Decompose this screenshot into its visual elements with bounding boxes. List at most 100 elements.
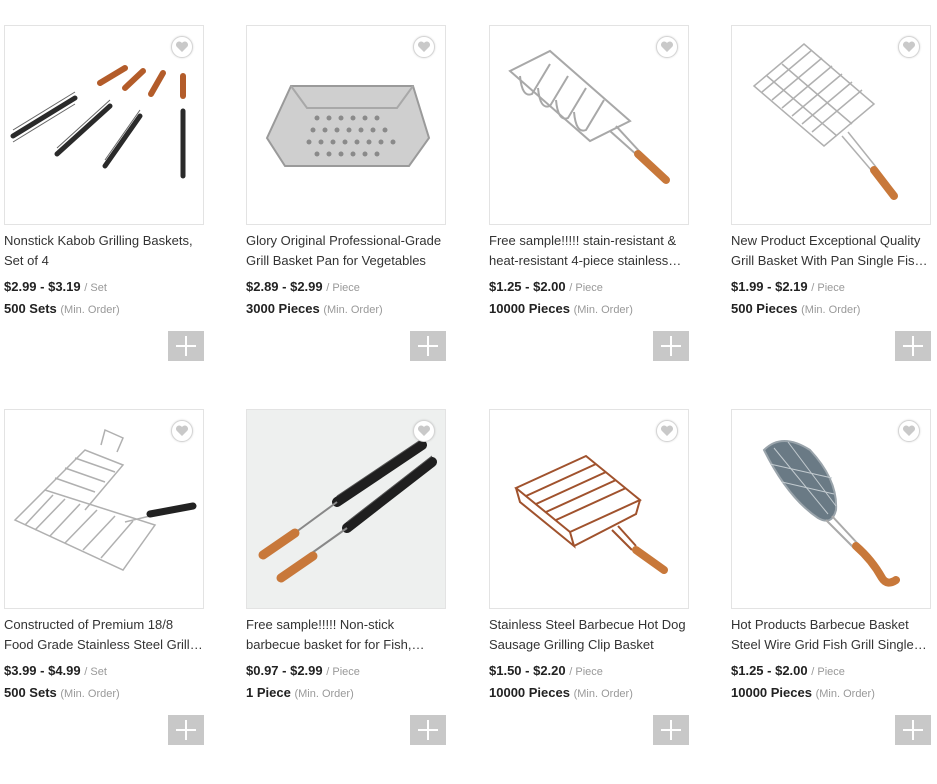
price-unit: / Piece: [569, 666, 603, 678]
min-order-quantity: 500 Sets: [4, 301, 57, 316]
product-image[interactable]: [731, 25, 931, 225]
hot-dog-grilling-clip-image: [514, 454, 668, 574]
price-unit: / Piece: [811, 282, 845, 294]
min-order: 1 Piece (Min. Order): [246, 685, 446, 703]
favorite-button[interactable]: [898, 420, 920, 442]
product-card[interactable]: Glory Original Professional-Grade Grill …: [246, 25, 446, 361]
product-card[interactable]: Constructed of Premium 18/8 Food Grade S…: [4, 409, 204, 745]
min-order: 500 Pieces (Min. Order): [731, 301, 931, 319]
min-order-quantity: 500 Pieces: [731, 301, 798, 316]
grill-pan-image: [265, 85, 431, 167]
min-order: 10000 Pieces (Min. Order): [489, 685, 689, 703]
favorite-button[interactable]: [656, 420, 678, 442]
heart-icon: [175, 41, 189, 52]
product-card[interactable]: New Product Exceptional Quality Grill Ba…: [731, 25, 931, 361]
min-order: 10000 Pieces (Min. Order): [489, 301, 689, 319]
min-order-note: (Min. Order): [60, 304, 120, 316]
product-title[interactable]: Free sample!!!!! stain-resistant & heat-…: [489, 231, 689, 271]
product-title[interactable]: Stainless Steel Barbecue Hot Dog Sausage…: [489, 615, 689, 655]
heart-icon: [417, 41, 431, 52]
price-unit: / Piece: [569, 282, 603, 294]
price-unit: / Piece: [326, 666, 360, 678]
wire-rack-image: [508, 49, 670, 184]
min-order-quantity: 1 Piece: [246, 685, 291, 700]
min-order-quantity: 3000 Pieces: [246, 301, 320, 316]
price-range: $3.99 - $4.99: [4, 663, 81, 678]
product-card[interactable]: Hot Products Barbecue Basket Steel Wire …: [731, 409, 931, 745]
product-card[interactable]: Nonstick Kabob Grilling Baskets, Set of …: [4, 25, 204, 361]
favorite-button[interactable]: [171, 36, 193, 58]
favorite-button[interactable]: [413, 36, 435, 58]
product-price: $1.99 - $2.19 / Piece: [731, 279, 931, 297]
product-image[interactable]: [731, 409, 931, 609]
min-order-note: (Min. Order): [801, 304, 861, 316]
product-image[interactable]: [489, 409, 689, 609]
min-order-note: (Min. Order): [573, 688, 633, 700]
price-range: $1.99 - $2.19: [731, 279, 808, 294]
add-to-compare-button[interactable]: [895, 331, 931, 361]
add-to-compare-button[interactable]: [653, 331, 689, 361]
product-image[interactable]: [246, 25, 446, 225]
single-fish-grill-basket-image: [762, 440, 900, 587]
min-order: 3000 Pieces (Min. Order): [246, 301, 446, 319]
price-range: $1.25 - $2.00: [731, 663, 808, 678]
price-unit: / Set: [84, 666, 107, 678]
add-to-compare-button[interactable]: [653, 715, 689, 745]
favorite-button[interactable]: [413, 420, 435, 442]
min-order-note: (Min. Order): [323, 304, 383, 316]
heart-icon: [660, 425, 674, 436]
min-order-note: (Min. Order): [815, 688, 875, 700]
product-price: $2.99 - $3.19 / Set: [4, 279, 204, 297]
min-order-note: (Min. Order): [573, 304, 633, 316]
price-unit: / Set: [84, 282, 107, 294]
price-range: $2.99 - $3.19: [4, 279, 81, 294]
product-card[interactable]: Free sample!!!!! Non-stick barbecue bask…: [246, 409, 446, 745]
product-title[interactable]: Nonstick Kabob Grilling Baskets, Set of …: [4, 231, 204, 271]
heart-icon: [902, 41, 916, 52]
product-price: $1.25 - $2.00 / Piece: [489, 279, 689, 297]
product-price: $2.89 - $2.99 / Piece: [246, 279, 446, 297]
product-title[interactable]: Constructed of Premium 18/8 Food Grade S…: [4, 615, 204, 655]
folding-grill-basket-image: [13, 428, 197, 571]
add-to-compare-button[interactable]: [410, 331, 446, 361]
price-range: $1.25 - $2.00: [489, 279, 566, 294]
product-price: $1.25 - $2.00 / Piece: [731, 663, 931, 681]
min-order-note: (Min. Order): [294, 688, 354, 700]
min-order-quantity: 500 Sets: [4, 685, 57, 700]
product-image[interactable]: [4, 25, 204, 225]
price-range: $1.50 - $2.20: [489, 663, 566, 678]
add-to-compare-button[interactable]: [895, 715, 931, 745]
price-range: $2.89 - $2.99: [246, 279, 323, 294]
min-order-note: (Min. Order): [60, 688, 120, 700]
min-order: 10000 Pieces (Min. Order): [731, 685, 931, 703]
product-title[interactable]: New Product Exceptional Quality Grill Ba…: [731, 231, 931, 271]
price-unit: / Piece: [811, 666, 845, 678]
product-image[interactable]: [489, 25, 689, 225]
product-title[interactable]: Free sample!!!!! Non-stick barbecue bask…: [246, 615, 446, 655]
product-card[interactable]: Free sample!!!!! stain-resistant & heat-…: [489, 25, 689, 361]
add-to-compare-button[interactable]: [410, 715, 446, 745]
price-unit: / Piece: [326, 282, 360, 294]
product-title[interactable]: Glory Original Professional-Grade Grill …: [246, 231, 446, 271]
min-order: 500 Sets (Min. Order): [4, 301, 204, 319]
product-image[interactable]: [246, 409, 446, 609]
product-price: $0.97 - $2.99 / Piece: [246, 663, 446, 681]
min-order-quantity: 10000 Pieces: [731, 685, 812, 700]
heart-icon: [175, 425, 189, 436]
min-order-quantity: 10000 Pieces: [489, 301, 570, 316]
add-to-compare-button[interactable]: [168, 715, 204, 745]
heart-icon: [417, 425, 431, 436]
min-order: 500 Sets (Min. Order): [4, 685, 204, 703]
favorite-button[interactable]: [898, 36, 920, 58]
price-range: $0.97 - $2.99: [246, 663, 323, 678]
heart-icon: [902, 425, 916, 436]
add-to-compare-button[interactable]: [168, 331, 204, 361]
min-order-quantity: 10000 Pieces: [489, 685, 570, 700]
product-card[interactable]: Stainless Steel Barbecue Hot Dog Sausage…: [489, 409, 689, 745]
kabob-baskets-image: [10, 65, 186, 179]
product-image[interactable]: [4, 409, 204, 609]
nonstick-kabob-baskets-image: [258, 438, 437, 583]
favorite-button[interactable]: [171, 420, 193, 442]
favorite-button[interactable]: [656, 36, 678, 58]
product-title[interactable]: Hot Products Barbecue Basket Steel Wire …: [731, 615, 931, 655]
